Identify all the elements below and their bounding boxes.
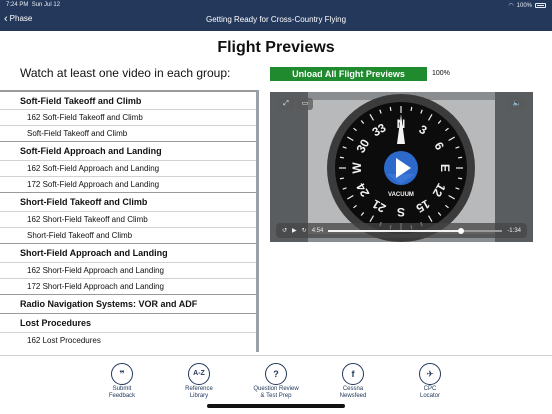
- group-header: Soft-Field Takeoff and Climb: [0, 90, 258, 109]
- video-list-item[interactable]: Soft-Field Takeoff and Climb: [0, 125, 258, 141]
- video-list-item[interactable]: 172 Soft-Field Approach and Landing: [0, 176, 258, 192]
- status-indicators: ◠ 100%: [508, 2, 546, 9]
- video-list-item[interactable]: 172 Short-Field Approach and Landing: [0, 278, 258, 294]
- dial-tick: [458, 156, 463, 159]
- tab-locator[interactable]: ✈ CPC Locator: [400, 363, 460, 400]
- video-list-item[interactable]: 162 Soft-Field Approach and Landing: [0, 160, 258, 176]
- group-header: Radio Navigation Systems: VOR and ADF: [0, 294, 258, 313]
- tab-facebook[interactable]: f Cessna Newsfeed: [323, 363, 383, 400]
- navigation-bar: 7:24 PM Sun Jul 12 ◠ 100% ‹ Phase Gettin…: [0, 0, 552, 31]
- tab-label: Cessna Newsfeed: [339, 386, 367, 399]
- picture-in-picture-icon[interactable]: ▭: [297, 98, 313, 110]
- page-title: Flight Previews: [217, 39, 335, 56]
- video-list-item[interactable]: 162 Short-Field Approach and Landing: [0, 262, 258, 278]
- dial-tick: [339, 156, 344, 159]
- video-group-list[interactable]: Soft-Field Takeoff and Climb 162 Soft-Fie…: [0, 90, 258, 354]
- battery-icon: [535, 3, 546, 8]
- tab-az[interactable]: A-Z Reference Library: [169, 363, 229, 400]
- skip-back-icon[interactable]: ↺: [282, 227, 287, 234]
- group-header: Short-Field Approach and Landing: [0, 243, 258, 262]
- quote-icon: ❞: [111, 363, 133, 385]
- home-indicator: [207, 404, 345, 408]
- tab-label: Question Review & Test Prep: [253, 386, 299, 399]
- time-elapsed: 4:54: [311, 227, 324, 234]
- az-icon: A-Z: [188, 363, 210, 385]
- status-time: 7:24 PM Sun Jul 12: [6, 2, 60, 8]
- video-frame: 33N36E1215S2124W30 VACUUM: [270, 92, 533, 242]
- locator-icon: ✈: [419, 363, 441, 385]
- nav-title: Getting Ready for Cross-Country Flying: [205, 15, 347, 24]
- question-icon: ?: [265, 363, 287, 385]
- instruction-text: Watch at least one video in each group:: [20, 66, 231, 80]
- dial-tick: [389, 106, 392, 111]
- video-list-item[interactable]: 162 Lost Procedures: [0, 332, 258, 348]
- play-icon-small[interactable]: ▶: [292, 227, 297, 234]
- tab-label: Submit Feedback: [108, 386, 136, 399]
- tab-question[interactable]: ? Question Review & Test Prep: [246, 363, 306, 400]
- video-list-item[interactable]: 162 Short-Field Takeoff and Climb: [0, 211, 258, 227]
- dial-mark: E: [438, 164, 452, 172]
- tab-quote[interactable]: ❞ Submit Feedback: [92, 363, 152, 400]
- dial-tick: [339, 177, 344, 180]
- dial-mark: S: [397, 205, 405, 219]
- dial-mark: W: [350, 162, 364, 174]
- time-remaining: -1:34: [507, 227, 521, 234]
- group-header: Soft-Field Approach and Landing: [0, 141, 258, 160]
- list-scrollbar[interactable]: [256, 90, 259, 352]
- video-list-item[interactable]: 162 Soft-Field Takeoff and Climb: [0, 109, 258, 125]
- unload-all-button[interactable]: Unload All Flight Previews: [270, 67, 427, 81]
- scrubber-fill: [328, 229, 461, 232]
- scrubber-track[interactable]: [328, 227, 503, 234]
- tab-label: Reference Library: [185, 386, 213, 399]
- scrubber-handle[interactable]: [457, 227, 464, 234]
- battery-percent: 100%: [516, 2, 532, 9]
- playback-controls: ↺ ▶ ↻ 4:54 -1:34: [276, 223, 527, 238]
- video-list-item[interactable]: Short-Field Takeoff and Climb: [0, 227, 258, 243]
- group-header: Short-Field Takeoff and Climb: [0, 192, 258, 211]
- dial-tick: [458, 177, 463, 180]
- status-clock: 7:24 PM: [6, 2, 29, 8]
- download-percent: 100%: [432, 70, 450, 77]
- fullscreen-icon[interactable]: ⤢: [278, 98, 294, 110]
- volume-icon[interactable]: 🔈: [509, 98, 525, 110]
- dial-tick: [410, 106, 413, 111]
- status-date: Sun Jul 12: [31, 2, 61, 8]
- wifi-icon: ◠: [508, 3, 514, 9]
- facebook-icon: f: [342, 363, 364, 385]
- skip-forward-icon[interactable]: ↻: [302, 227, 307, 234]
- gauge-label: VACUUM: [388, 192, 414, 198]
- video-player[interactable]: 33N36E1215S2124W30 VACUUM ⤢ ▭ 🔈 ↺ ▶ ↻ 4:…: [270, 92, 533, 242]
- group-header: Lost Procedures: [0, 313, 258, 332]
- tab-label: CPC Locator: [419, 386, 440, 399]
